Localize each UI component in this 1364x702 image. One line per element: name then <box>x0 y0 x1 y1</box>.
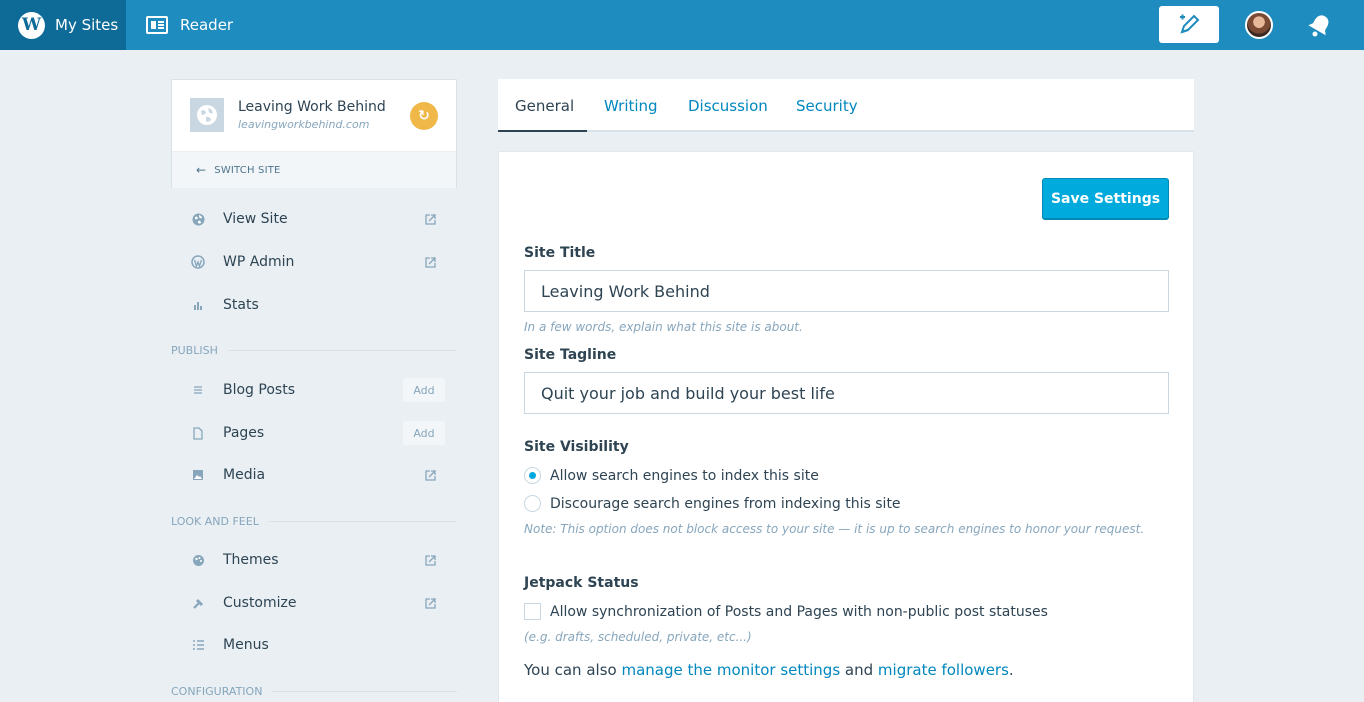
general-settings-card: Save Settings Site Title Leaving Work Be… <box>498 151 1194 702</box>
sidebar-item-menus[interactable]: Menus <box>171 626 457 664</box>
media-icon <box>191 468 205 482</box>
notifications-button[interactable] <box>1306 12 1334 38</box>
my-sites-label: My Sites <box>55 16 119 34</box>
page-icon <box>191 426 205 440</box>
current-site-card[interactable]: Leaving Work Behind leavingworkbehind.co… <box>171 79 457 188</box>
look-heading-label: LOOK AND FEEL <box>171 515 259 528</box>
themes-label: Themes <box>223 552 279 568</box>
sidebar-item-pages[interactable]: Pages Add <box>171 414 457 452</box>
reader-label: Reader <box>180 16 234 34</box>
sidebar-item-customize[interactable]: Customize <box>171 584 457 622</box>
active-tab-indicator <box>498 130 587 132</box>
also-prefix: You can also <box>524 661 622 679</box>
site-tagline-label: Site Tagline <box>524 347 617 363</box>
publish-heading-label: PUBLISH <box>171 344 218 357</box>
external-link-icon <box>425 597 436 609</box>
posts-icon <box>191 383 205 397</box>
themes-icon <box>191 553 205 567</box>
jetpack-sync-checkbox[interactable] <box>524 603 541 620</box>
wordpress-logo-icon: W <box>18 11 45 39</box>
write-post-button[interactable] <box>1159 6 1219 43</box>
external-link-icon <box>425 469 436 481</box>
notifications-bell-icon <box>1308 15 1329 37</box>
reader-icon <box>146 16 168 34</box>
section-heading-configuration: CONFIGURATION <box>171 685 457 698</box>
customize-icon <box>191 596 205 610</box>
menus-icon <box>191 638 205 652</box>
visibility-allow-option[interactable]: Allow search engines to index this site <box>524 467 819 484</box>
tab-discussion[interactable]: Discussion <box>688 79 768 132</box>
write-pencil-icon <box>1180 14 1200 34</box>
visibility-discourage-option[interactable]: Discourage search engines from indexing … <box>524 495 901 512</box>
site-title-hint: In a few words, explain what this site i… <box>524 320 803 334</box>
settings-tabs: General Writing Discussion Security <box>498 79 1194 132</box>
visibility-discourage-label: Discourage search engines from indexing … <box>550 495 901 512</box>
sidebar-item-wp-admin[interactable]: WP Admin <box>171 243 457 281</box>
customize-label: Customize <box>223 595 297 611</box>
jetpack-sync-hint: (e.g. drafts, scheduled, private, etc...… <box>524 630 752 644</box>
arrow-left-icon: ← <box>196 163 207 177</box>
visibility-allow-radio[interactable] <box>524 467 541 484</box>
site-globe-icon <box>190 98 224 132</box>
section-heading-publish: PUBLISH <box>171 344 457 357</box>
globe-icon <box>191 212 205 226</box>
tab-security[interactable]: Security <box>796 79 858 132</box>
tab-writing[interactable]: Writing <box>604 79 658 132</box>
site-title-input[interactable]: Leaving Work Behind <box>524 270 1169 312</box>
jetpack-status-label: Jetpack Status <box>524 575 639 591</box>
save-settings-button[interactable]: Save Settings <box>1042 178 1169 220</box>
sidebar-item-blog-posts[interactable]: Blog Posts Add <box>171 371 457 409</box>
visibility-note: Note: This option does not block access … <box>524 522 1145 536</box>
switch-site-button[interactable]: ← SWITCH SITE <box>172 151 456 188</box>
masterbar: W My Sites Reader <box>0 0 1364 50</box>
sidebar-item-media[interactable]: Media <box>171 456 457 494</box>
configuration-heading-label: CONFIGURATION <box>171 685 263 698</box>
menus-label: Menus <box>223 637 269 653</box>
switch-site-label: SWITCH SITE <box>214 164 281 176</box>
media-label: Media <box>223 467 266 483</box>
wp-admin-label: WP Admin <box>223 254 295 270</box>
jetpack-sync-label: Allow synchronization of Posts and Pages… <box>550 603 1048 620</box>
section-heading-look-and-feel: LOOK AND FEEL <box>171 515 457 528</box>
visibility-discourage-radio[interactable] <box>524 495 541 512</box>
site-visibility-label: Site Visibility <box>524 439 629 455</box>
stats-label: Stats <box>223 297 259 313</box>
jetpack-sync-option[interactable]: Allow synchronization of Posts and Pages… <box>524 603 1048 620</box>
add-page-button[interactable]: Add <box>403 421 445 445</box>
view-site-label: View Site <box>223 211 288 227</box>
my-sites-button[interactable]: W My Sites <box>0 0 126 50</box>
sync-icon[interactable]: ↻ <box>410 102 438 130</box>
sidebar-item-themes[interactable]: Themes <box>171 541 457 579</box>
user-avatar[interactable] <box>1245 11 1273 39</box>
manage-monitor-link[interactable]: manage the monitor settings <box>621 661 840 679</box>
site-tagline-input[interactable]: Quit your job and build your best life <box>524 372 1169 414</box>
site-title-label: Site Title <box>524 245 596 261</box>
tab-general[interactable]: General <box>515 79 574 132</box>
visibility-allow-label: Allow search engines to index this site <box>550 467 819 484</box>
sidebar-item-stats[interactable]: Stats <box>171 286 457 324</box>
blog-posts-label: Blog Posts <box>223 382 295 398</box>
and-text: and <box>840 661 878 679</box>
reader-button[interactable]: Reader <box>146 0 233 50</box>
add-blog-post-button[interactable]: Add <box>403 378 445 402</box>
pages-label: Pages <box>223 425 265 441</box>
external-link-icon <box>425 256 436 268</box>
migrate-followers-link[interactable]: migrate followers <box>878 661 1009 679</box>
external-link-icon <box>425 213 436 225</box>
external-link-icon <box>425 554 436 566</box>
wordpress-icon <box>191 255 205 269</box>
site-domain: leavingworkbehind.com <box>238 118 370 131</box>
sidebar-item-view-site[interactable]: View Site <box>171 200 457 238</box>
jetpack-links-text: You can also manage the monitor settings… <box>524 661 1014 679</box>
stats-icon <box>191 298 205 312</box>
site-name: Leaving Work Behind <box>238 99 386 115</box>
sidebar: Leaving Work Behind leavingworkbehind.co… <box>171 79 457 698</box>
period-text: . <box>1008 661 1014 679</box>
